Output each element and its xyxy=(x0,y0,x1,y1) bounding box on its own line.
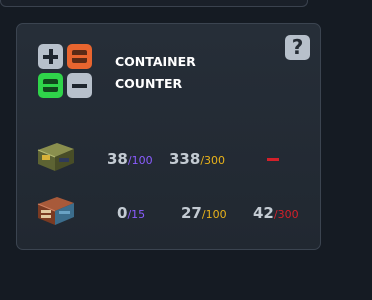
counter-cell-2: 27/100 xyxy=(181,204,227,222)
title-line-2: COUNTER xyxy=(115,76,183,91)
upper-panel-edge xyxy=(0,0,308,7)
count-total: /100 xyxy=(127,154,153,167)
count-value: 338 xyxy=(169,150,201,168)
count-total: /100 xyxy=(201,208,227,221)
green-box-icon xyxy=(38,73,63,98)
military-crate-icon xyxy=(37,143,74,171)
container-counter-panel: CONTAINER COUNTER ? 38/100 338/300 0/15 … xyxy=(16,23,321,250)
help-button[interactable]: ? xyxy=(285,35,310,60)
elite-crate-icon xyxy=(37,197,74,225)
count-value: 27 xyxy=(181,204,202,222)
counter-cell-1: 0/15 xyxy=(117,204,145,222)
minus-icon xyxy=(67,73,92,98)
container-row: 38/100 338/300 xyxy=(17,140,320,176)
count-total: /15 xyxy=(127,208,146,221)
counter-cell-1: 38/100 xyxy=(107,150,153,168)
plus-icon xyxy=(38,44,63,69)
title-line-1: CONTAINER xyxy=(115,54,196,69)
counter-cell-3: 42/300 xyxy=(253,204,299,222)
container-row: 0/15 27/100 42/300 xyxy=(17,194,320,230)
container-counter-logo xyxy=(38,44,93,99)
count-total: /300 xyxy=(200,154,226,167)
empty-count-dash xyxy=(267,158,279,161)
count-value: 38 xyxy=(107,150,128,168)
count-value: 42 xyxy=(253,204,274,222)
orange-box-icon xyxy=(67,44,92,69)
count-value: 0 xyxy=(117,204,128,222)
counter-cell-2: 338/300 xyxy=(169,150,225,168)
widget-title: CONTAINER COUNTER xyxy=(115,51,196,95)
count-total: /300 xyxy=(273,208,299,221)
